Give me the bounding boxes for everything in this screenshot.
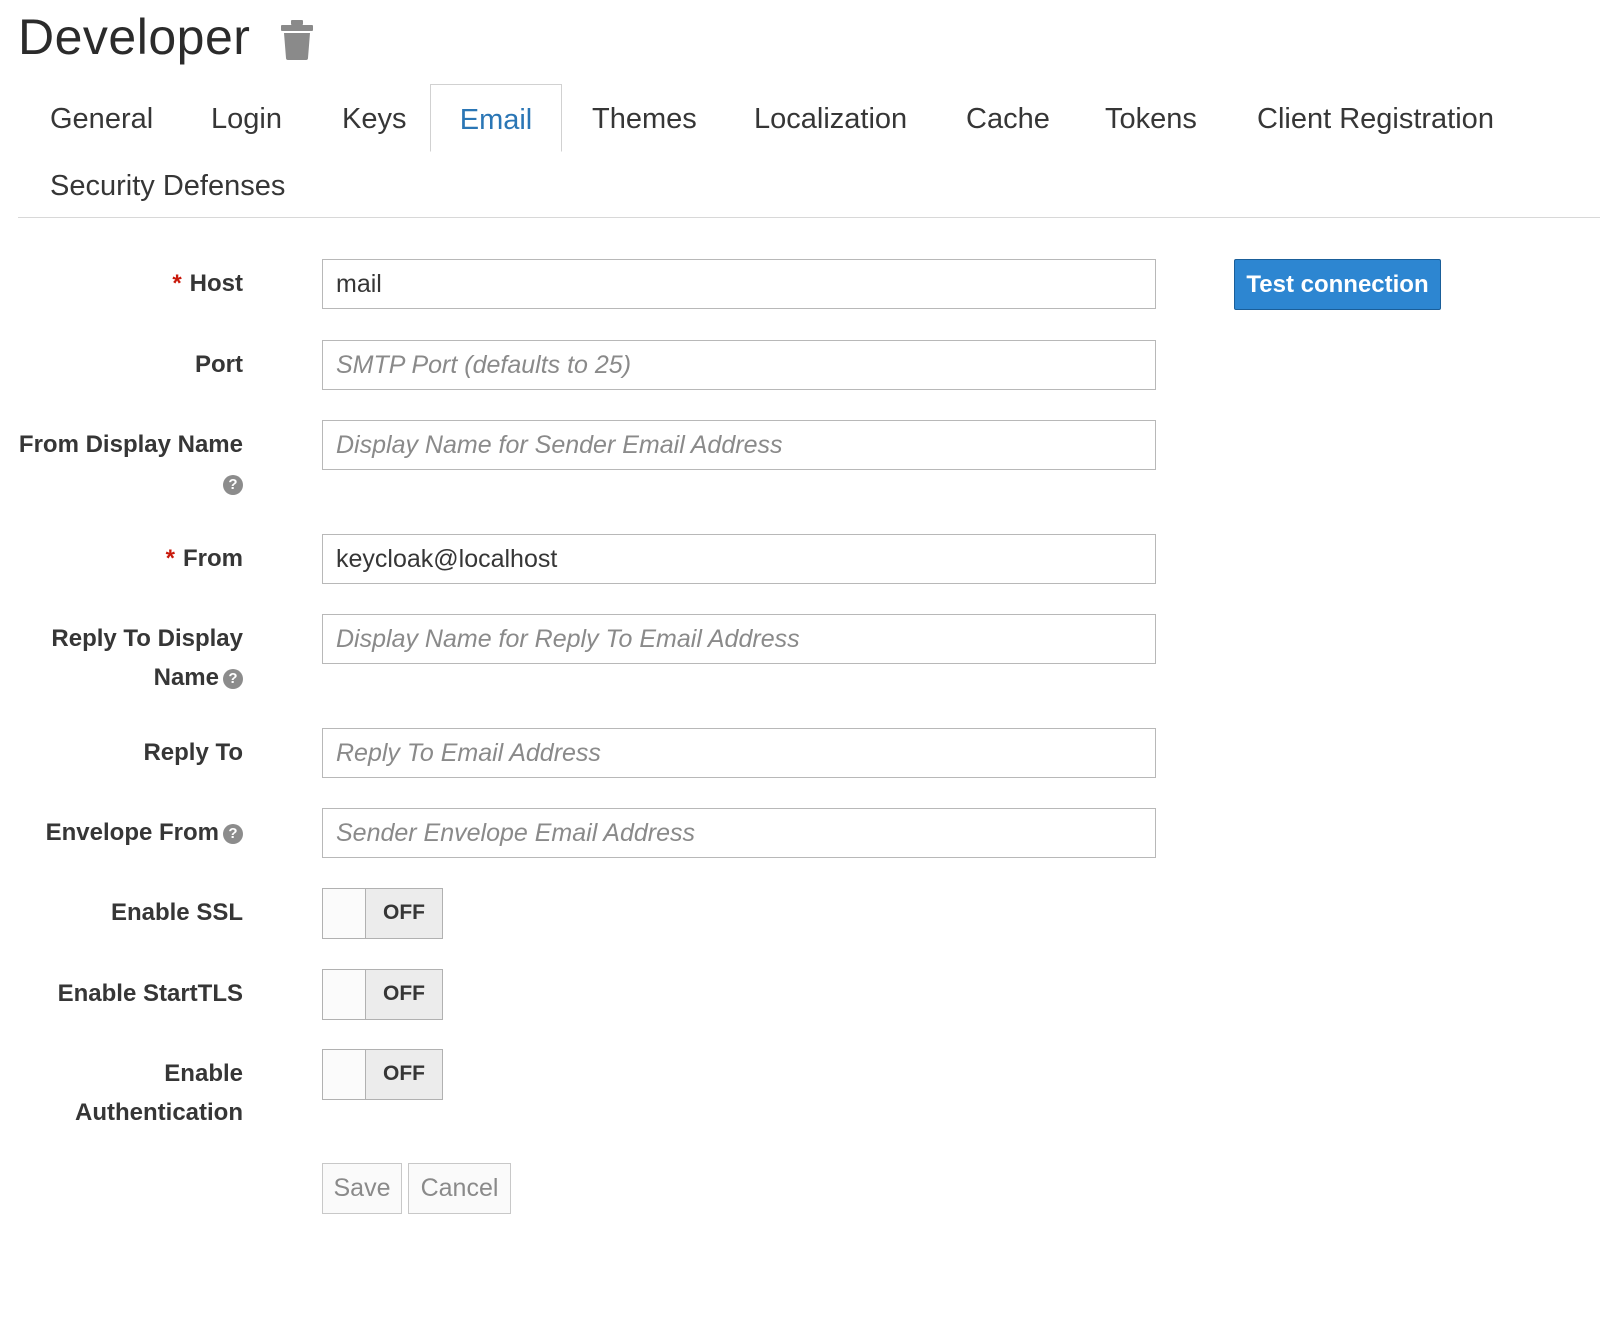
required-marker: * — [165, 545, 175, 572]
tab-client-registration[interactable]: Client Registration — [1257, 84, 1494, 152]
host-label: * Host — [172, 270, 243, 297]
tab-tokens[interactable]: Tokens — [1105, 84, 1197, 152]
reply-to-display-name-label-2: Name? — [154, 658, 243, 697]
port-input[interactable] — [322, 340, 1156, 390]
enable-authentication-label-2: Authentication — [75, 1099, 243, 1126]
required-marker: * — [172, 270, 182, 297]
tab-email[interactable]: Email — [430, 84, 562, 152]
realm-header: Developer — [18, 8, 314, 66]
help-icon[interactable]: ? — [223, 668, 243, 689]
port-label: Port — [195, 351, 243, 378]
toggle-state: OFF — [383, 901, 425, 924]
reply-to-display-name-input[interactable] — [322, 614, 1156, 664]
tab-security-defenses[interactable]: Security Defenses — [50, 151, 285, 219]
toggle-state: OFF — [383, 982, 425, 1005]
enable-ssl-label: Enable SSL — [110, 899, 243, 926]
enable-starttls-toggle[interactable]: OFF — [322, 969, 443, 1020]
from-display-name-help: ? — [219, 464, 243, 503]
envelope-from-input[interactable] — [322, 808, 1156, 858]
toggle-knob — [323, 889, 366, 938]
page-title: Developer — [18, 9, 251, 65]
envelope-from-label: Envelope From? — [46, 813, 243, 852]
host-input[interactable] — [322, 259, 1156, 309]
reply-to-input[interactable] — [322, 728, 1156, 778]
toggle-knob — [323, 1050, 366, 1099]
reply-to-label: Reply To — [143, 739, 243, 766]
cancel-button[interactable]: Cancel — [408, 1163, 511, 1214]
enable-authentication-toggle[interactable]: OFF — [322, 1049, 443, 1100]
from-input[interactable] — [322, 534, 1156, 584]
tab-themes[interactable]: Themes — [592, 84, 697, 152]
tab-general[interactable]: General — [50, 84, 153, 152]
toggle-knob — [323, 970, 366, 1019]
tab-login[interactable]: Login — [211, 84, 282, 152]
test-connection-button[interactable]: Test connection — [1234, 259, 1441, 310]
tab-localization[interactable]: Localization — [754, 84, 907, 152]
help-icon[interactable]: ? — [223, 474, 243, 495]
save-button[interactable]: Save — [322, 1163, 402, 1214]
enable-ssl-toggle[interactable]: OFF — [322, 888, 443, 939]
enable-starttls-label: Enable StartTLS — [57, 980, 243, 1007]
toggle-state: OFF — [383, 1062, 425, 1085]
from-display-name-label: From Display Name — [18, 431, 243, 458]
tabs-divider — [18, 217, 1600, 218]
from-display-name-input[interactable] — [322, 420, 1156, 470]
from-label: * From — [165, 545, 243, 572]
tab-keys[interactable]: Keys — [342, 84, 406, 152]
tab-cache[interactable]: Cache — [966, 84, 1050, 152]
reply-to-display-name-label: Reply To Display — [51, 625, 243, 652]
help-icon[interactable]: ? — [223, 823, 243, 844]
trash-icon[interactable] — [280, 20, 314, 60]
enable-authentication-label: Enable — [164, 1060, 243, 1087]
